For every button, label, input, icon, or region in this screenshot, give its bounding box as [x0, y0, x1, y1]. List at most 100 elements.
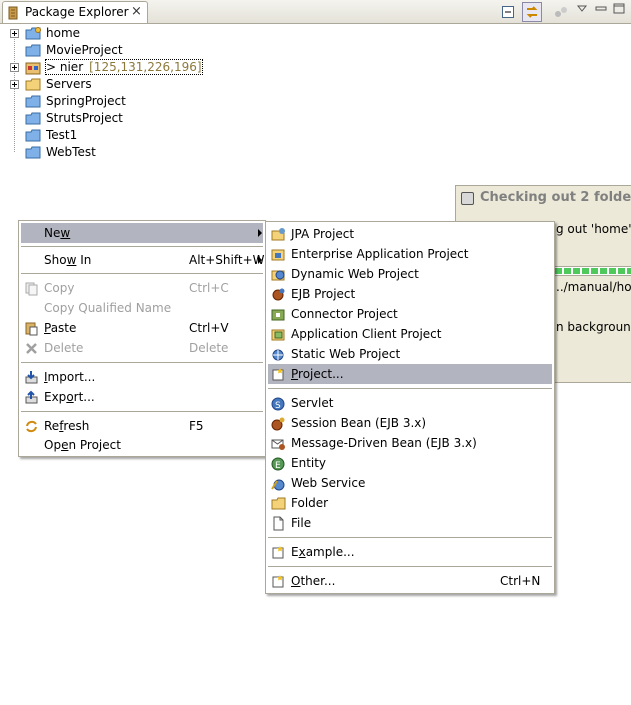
- tree-item-springproject[interactable]: SpringProject: [0, 93, 300, 110]
- tree-label: > nier [125,131,226,196]: [45, 59, 203, 75]
- menu-item-paste[interactable]: Paste Ctrl+V: [21, 318, 263, 338]
- menu-item-label: Web Service: [291, 476, 366, 490]
- menu-item-export[interactable]: Export...: [21, 387, 263, 407]
- project-folder-icon: [25, 145, 42, 160]
- submenu-item-dynamic-web-project[interactable]: Dynamic Web Project: [268, 264, 552, 284]
- dialog-text-line: n background: [556, 320, 631, 334]
- submenu-item-connector-project[interactable]: Connector Project: [268, 304, 552, 324]
- menu-item-label: Paste: [44, 321, 77, 335]
- menu-item-label: Entity: [291, 456, 327, 470]
- menu-item-label: Application Client Project: [291, 327, 442, 341]
- package-explorer-tab[interactable]: Package Explorer ×: [2, 1, 148, 23]
- menu-item-accelerator: Delete: [189, 341, 229, 355]
- close-icon[interactable]: ×: [131, 4, 142, 19]
- tree-item-movieproject[interactable]: MovieProject: [0, 42, 300, 59]
- menu-separator: [268, 566, 552, 567]
- tree-label: Test1: [46, 128, 78, 142]
- tree-item-strutsproject[interactable]: StrutsProject: [0, 110, 300, 127]
- dialog-text-line: ../manual/ho: [556, 280, 631, 294]
- export-icon: [24, 390, 39, 405]
- dialog-text-line: g out 'home': [556, 222, 631, 236]
- menu-item-label: Export...: [44, 390, 95, 404]
- servlet-icon: S: [271, 396, 286, 411]
- tree-label: Servers: [46, 77, 92, 91]
- submenu-item-message-driven-bean[interactable]: Message-Driven Bean (EJB 3.x): [268, 433, 552, 453]
- submenu-item-jpa-project[interactable]: JPA Project: [268, 224, 552, 244]
- refresh-icon: [24, 419, 39, 434]
- menu-item-open-project[interactable]: Open Project: [21, 435, 263, 455]
- menu-item-new[interactable]: New: [21, 223, 263, 243]
- collapse-all-icon[interactable]: [500, 4, 516, 20]
- ear-project-icon: [271, 247, 286, 262]
- menu-item-label: JPA Project: [291, 227, 355, 241]
- revision-decoration: [125,131,226,196]: [89, 60, 202, 74]
- menu-item-label: Connector Project: [291, 307, 398, 321]
- view-menu-icon[interactable]: [576, 3, 592, 19]
- expand-icon[interactable]: [10, 29, 19, 38]
- tree-item-servers[interactable]: Servers: [0, 76, 300, 93]
- menu-item-show-in[interactable]: Show In Alt+Shift+W: [21, 250, 265, 270]
- new-wizard-icon: [271, 574, 286, 589]
- link-with-editor-icon[interactable]: [522, 2, 542, 22]
- maximize-icon[interactable]: [612, 3, 628, 19]
- menu-item-copy-qualified-name[interactable]: Copy Qualified Name: [21, 298, 263, 318]
- new-wizard-icon: [271, 545, 286, 560]
- tree-item-test1[interactable]: Test1: [0, 127, 300, 144]
- menu-separator: [268, 537, 552, 538]
- submenu-item-file[interactable]: File: [268, 513, 552, 533]
- submenu-item-static-web-project[interactable]: Static Web Project: [268, 344, 552, 364]
- menu-item-copy[interactable]: Copy Ctrl+C: [21, 278, 263, 298]
- session-bean-icon: [271, 416, 286, 431]
- expand-icon[interactable]: [10, 80, 19, 89]
- tree-item-home[interactable]: home: [0, 25, 300, 42]
- expand-icon[interactable]: [10, 63, 19, 72]
- menu-item-label: Folder: [291, 496, 329, 510]
- open-folder-icon: [25, 77, 42, 92]
- menu-item-refresh[interactable]: Refresh F5: [21, 416, 263, 436]
- tree-item-webtest[interactable]: WebTest: [0, 144, 300, 161]
- submenu-item-application-client-project[interactable]: Application Client Project: [268, 324, 552, 344]
- new-submenu: JPA Project Enterprise Application Proje…: [265, 221, 555, 594]
- submenu-item-enterprise-application-project[interactable]: Enterprise Application Project: [268, 244, 552, 264]
- connector-project-icon: [271, 307, 286, 322]
- submenu-item-other[interactable]: Other... Ctrl+N: [268, 571, 552, 591]
- menu-item-label: Message-Driven Bean (EJB 3.x): [291, 436, 477, 450]
- submenu-item-example[interactable]: Example...: [268, 542, 552, 562]
- ejb-project-icon: [271, 287, 286, 302]
- project-folder-icon: [25, 111, 42, 126]
- submenu-item-web-service[interactable]: Web Service: [268, 473, 552, 493]
- svg-text:S: S: [275, 401, 281, 411]
- menu-separator: [268, 388, 552, 389]
- submenu-item-project[interactable]: Project...: [268, 364, 552, 384]
- import-icon: [24, 370, 39, 385]
- folder-icon: [271, 496, 286, 511]
- menu-item-import[interactable]: Import...: [21, 367, 263, 387]
- submenu-item-entity[interactable]: E Entity: [268, 453, 552, 473]
- menu-item-label: Copy: [44, 281, 75, 295]
- project-folder-icon: [25, 43, 42, 58]
- minimize-icon[interactable]: [594, 3, 610, 19]
- menu-item-label: Other...: [291, 574, 336, 588]
- tab-title: Package Explorer: [25, 5, 129, 19]
- tree-label: SpringProject: [46, 94, 126, 108]
- progress-gear-icon: [461, 192, 474, 205]
- static-web-project-icon: [271, 347, 286, 362]
- view-options-icon[interactable]: [553, 4, 569, 20]
- submenu-item-servlet[interactable]: S Servlet: [268, 393, 552, 413]
- tree-label: MovieProject: [46, 43, 123, 57]
- menu-item-label: Copy Qualified Name: [44, 301, 172, 315]
- submenu-item-folder[interactable]: Folder: [268, 493, 552, 513]
- menu-item-label: Static Web Project: [291, 347, 401, 361]
- view-tab-bar: Package Explorer ×: [0, 0, 631, 24]
- tree-item-nier[interactable]: > nier [125,131,226,196]: [0, 59, 300, 76]
- tree-label: home: [46, 26, 81, 40]
- submenu-item-session-bean[interactable]: Session Bean (EJB 3.x): [268, 413, 552, 433]
- tree-label: StrutsProject: [46, 111, 123, 125]
- menu-item-label: Show In: [44, 253, 92, 267]
- submenu-item-ejb-project[interactable]: EJB Project: [268, 284, 552, 304]
- project-folder-icon: [25, 94, 42, 109]
- menu-item-delete[interactable]: Delete Delete: [21, 338, 263, 358]
- menu-item-label: Delete: [44, 341, 84, 355]
- menu-separator: [21, 362, 263, 363]
- menu-item-accelerator: Alt+Shift+W: [189, 253, 265, 267]
